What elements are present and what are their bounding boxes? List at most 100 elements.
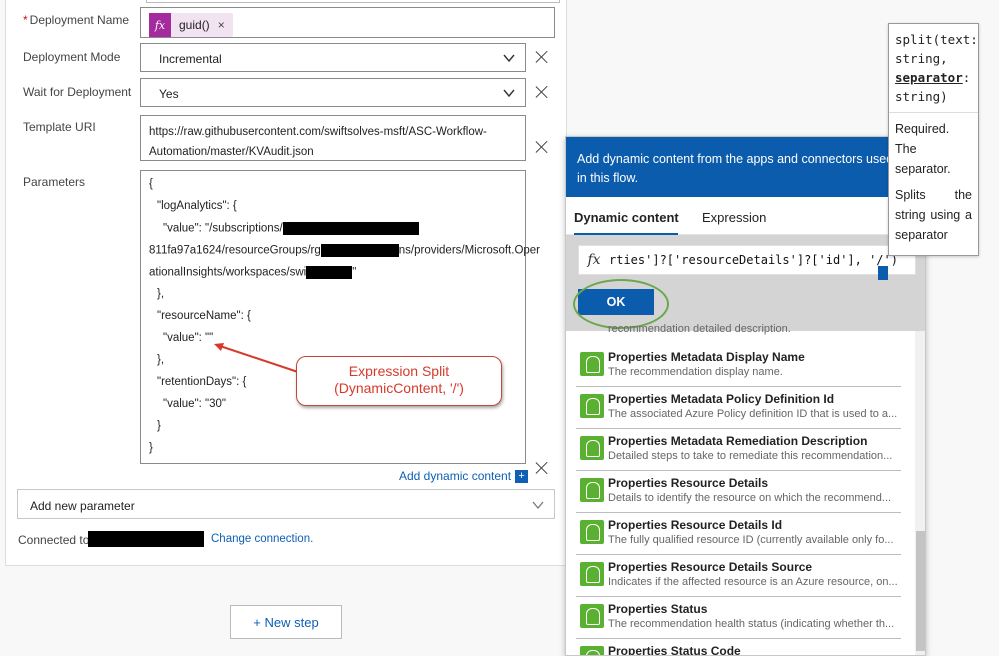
- redaction-block: [88, 531, 204, 547]
- signature-prefix: split(text: string,: [895, 32, 978, 66]
- deployment-name-label: * Deployment Name: [23, 13, 129, 27]
- deployment-mode-value: Incremental: [159, 52, 222, 66]
- remove-parameters-button[interactable]: [534, 460, 550, 476]
- param-line: },: [157, 354, 165, 366]
- security-center-icon: [580, 604, 604, 628]
- list-item-desc: The recommendation display name.: [608, 366, 783, 378]
- template-uri-label: Template URI: [23, 120, 96, 134]
- fx-icon: fx: [149, 13, 171, 37]
- redaction-block: [306, 266, 353, 279]
- callout-line-2: (DynamicContent, '/'): [334, 380, 464, 396]
- param-line: "resourceName": {: [157, 310, 251, 322]
- previous-field-bottom: [146, 0, 560, 3]
- tooltip-body: Required. The separator. Splits the stri…: [895, 113, 972, 245]
- panel-edge-tab[interactable]: [878, 266, 888, 280]
- remove-deployment-mode-button[interactable]: [534, 49, 550, 65]
- security-center-icon: [580, 562, 604, 586]
- expression-text: rties']?['resourceDetails']?['id'], '/'): [609, 253, 898, 267]
- list-item[interactable]: Properties Resource Details Source Indic…: [576, 555, 901, 597]
- ok-highlight-ring: [573, 279, 669, 329]
- redaction-block: [282, 222, 419, 235]
- remove-wait-for-deployment-button[interactable]: [534, 84, 550, 100]
- signature-active-param: separator: [895, 70, 963, 85]
- parameters-editor[interactable]: { "logAnalytics": { "value": "/subscript…: [140, 170, 540, 464]
- list-item-desc: The fully qualified resource ID (current…: [608, 534, 894, 546]
- param-line: 811fa97a1624/resourceGroups/rg ns/provide…: [149, 244, 540, 257]
- wait-for-deployment-label: Wait for Deployment: [23, 85, 132, 99]
- list-item[interactable]: Properties Resource Details Id The fully…: [576, 513, 901, 555]
- deployment-name-field[interactable]: fx guid() ×: [140, 7, 555, 38]
- param-line: }: [157, 420, 161, 432]
- param-line: }: [149, 442, 153, 454]
- param-line: {: [149, 178, 153, 190]
- list-item-desc: The recommendation health status (indica…: [608, 618, 895, 630]
- param-line-text: ationalInsights/workspaces/swi: [149, 266, 307, 279]
- list-item[interactable]: Properties Metadata Remediation Descript…: [576, 429, 901, 471]
- list-item[interactable]: Properties Status Code: [576, 639, 901, 656]
- wait-for-deployment-select[interactable]: Yes: [140, 78, 526, 107]
- security-center-icon: [580, 646, 604, 655]
- list-item[interactable]: Properties Resource Details Details to i…: [576, 471, 901, 513]
- list-item-title: Properties Status Code: [608, 644, 741, 656]
- dynamic-content-panel: Add dynamic content from the apps and co…: [565, 136, 926, 656]
- template-uri-field[interactable]: https://raw.githubusercontent.com/swifts…: [140, 115, 526, 161]
- add-new-parameter-select[interactable]: Add new parameter: [17, 489, 555, 519]
- list-item-title: Properties Status: [608, 602, 708, 616]
- remove-token-icon[interactable]: ×: [218, 18, 225, 32]
- param-line-text: ": [352, 266, 357, 279]
- list-item[interactable]: Properties Metadata Policy Definition Id…: [576, 387, 901, 429]
- function-tooltip: split(text: string, separator: string) R…: [888, 23, 979, 256]
- required-mark: *: [23, 13, 28, 27]
- list-item[interactable]: Properties Status The recommendation hea…: [576, 597, 901, 639]
- param-line: ationalInsights/workspaces/swi ": [149, 266, 356, 279]
- list-item-desc: Details to identify the resource on whic…: [608, 492, 892, 504]
- security-center-icon: [580, 478, 604, 502]
- list-item-title: Properties Metadata Policy Definition Id: [608, 392, 835, 406]
- tab-dynamic-content[interactable]: Dynamic content: [574, 210, 679, 225]
- tooltip-required-text: Required. The separator.: [895, 122, 951, 176]
- guid-token[interactable]: fx guid() ×: [149, 13, 233, 37]
- add-dynamic-content-text: Add dynamic content: [399, 469, 512, 483]
- list-scrollbar[interactable]: [915, 331, 925, 655]
- list-item-desc: Indicates if the affected resource is an…: [608, 576, 898, 588]
- dynamic-content-tabs: Dynamic content Expression: [566, 197, 925, 235]
- action-card: * Deployment Name fx guid() × Deployment …: [5, 0, 567, 566]
- security-center-icon: [580, 520, 604, 544]
- param-line: "value": "30": [163, 398, 227, 410]
- deployment-mode-select[interactable]: Incremental: [140, 43, 526, 72]
- deployment-mode-label: Deployment Mode: [23, 50, 121, 64]
- parameters-label: Parameters: [23, 175, 86, 189]
- redaction-block: [320, 244, 399, 257]
- expression-input[interactable]: fx rties']?['resourceDetails']?['id'], '…: [578, 245, 916, 275]
- add-dynamic-content-link[interactable]: Add dynamic content +: [399, 469, 529, 484]
- list-item-partial-desc: recommendation detailed description.: [608, 323, 791, 335]
- callout-line-1: Expression Split: [348, 363, 450, 379]
- add-icon: +: [515, 470, 529, 484]
- dynamic-content-header: Add dynamic content from the apps and co…: [566, 137, 925, 197]
- scrollbar-thumb[interactable]: [916, 531, 925, 651]
- fx-icon: fx: [587, 252, 601, 268]
- param-line: "value": "/subscriptions/: [163, 222, 419, 235]
- function-signature: split(text: string, separator: string): [889, 30, 978, 113]
- list-item-title: Properties Resource Details Source: [608, 560, 813, 574]
- list-item-title: Properties Metadata Display Name: [608, 350, 805, 364]
- remove-template-uri-button[interactable]: [534, 139, 550, 155]
- annotation-callout: Expression Split (DynamicContent, '/'): [296, 356, 502, 406]
- param-line: },: [157, 288, 165, 300]
- new-step-button[interactable]: + New step: [230, 605, 342, 639]
- change-connection-link[interactable]: Change connection.: [211, 533, 313, 545]
- param-line-text: ns/providers/Microsoft.Oper: [398, 244, 541, 257]
- security-center-icon: [580, 352, 604, 376]
- connected-to-label: Connected to: [18, 533, 90, 547]
- list-item-title: Properties Resource Details: [608, 476, 769, 490]
- chevron-down-icon: [503, 89, 515, 98]
- deployment-name-label-text: Deployment Name: [29, 13, 130, 27]
- param-line: "value": "": [163, 332, 214, 344]
- wait-for-deployment-value: Yes: [159, 87, 179, 101]
- list-item-desc: The associated Azure Policy definition I…: [608, 408, 898, 420]
- security-center-icon: [580, 394, 604, 418]
- list-item[interactable]: Properties Metadata Display Name The rec…: [576, 345, 901, 387]
- template-uri-line-1: https://raw.githubusercontent.com/swifts…: [149, 126, 487, 138]
- tab-expression[interactable]: Expression: [702, 210, 766, 225]
- param-line: "logAnalytics": {: [157, 200, 237, 212]
